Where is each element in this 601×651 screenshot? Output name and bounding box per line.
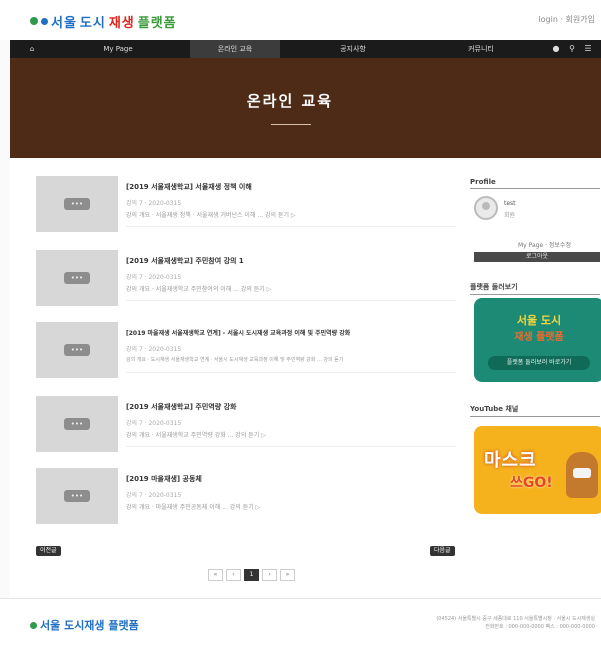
title-underline — [271, 124, 311, 125]
pagination: « ‹ 1 › » — [208, 569, 295, 581]
promo-text: 쓰GO! — [510, 475, 553, 491]
logo-text-city: 도시 — [79, 15, 106, 31]
user-role: 회원 — [504, 212, 516, 219]
thumbnail-badge: ••• — [64, 272, 90, 284]
footer-logo-text: 서울 도시재생 플랫폼 — [40, 619, 139, 632]
logout-button[interactable]: 로그아웃 — [474, 252, 600, 262]
course-meta: 강의 7 · 2020-0315 — [126, 420, 182, 427]
page-last-button[interactable]: » — [280, 569, 295, 581]
course-description: 강의 개요 · 서울재생 정책 · 서울재생 거버넌스 이해 ... 강의 듣기… — [126, 212, 296, 219]
course-description: 강의 개요 · 서울재생학교 주민역량 강화 ... 강의 듣기 ▷ — [126, 432, 266, 439]
course-title[interactable]: [2019 마을재생 서울재생학교 연계] - 서울시 도시재생 교육과정 이해… — [126, 328, 350, 337]
course-meta: 강의 7 · 2020-0315 — [126, 492, 182, 499]
course-title[interactable]: [2019 서울재생학교] 주민역량 강화 — [126, 402, 236, 412]
mascot-character-icon — [566, 452, 598, 498]
course-item[interactable]: ••• [2019 마을재생] 공동체 강의 7 · 2020-0315 강의 … — [36, 468, 456, 524]
nav-item-community[interactable]: 커뮤니티 — [446, 40, 516, 58]
promo-text: 마스크 — [484, 450, 537, 471]
next-list-button[interactable]: 다음글 — [430, 546, 455, 556]
logo-text-platform: 플랫폼 — [137, 15, 177, 31]
page-current-button[interactable]: 1 — [244, 569, 259, 581]
course-thumbnail[interactable]: ••• — [36, 396, 118, 452]
nav-item-mypage[interactable]: My Page — [88, 40, 148, 58]
thumbnail-badge: ••• — [64, 418, 90, 430]
page-title: 온라인 교육 — [246, 92, 334, 110]
course-thumbnail[interactable]: ••• — [36, 250, 118, 306]
divider — [126, 226, 456, 227]
lock-icon[interactable]: ● — [550, 40, 562, 58]
page-banner: 온라인 교육 — [10, 58, 601, 158]
course-thumbnail[interactable]: ••• — [36, 468, 118, 524]
site-logo[interactable]: 서울 도시 재생 플랫폼 — [30, 10, 177, 32]
promo-title-youtube: YouTube 채널 — [470, 404, 600, 417]
course-thumbnail[interactable]: ••• — [36, 176, 118, 232]
course-item[interactable]: ••• [2019 서울재생학교] 서울재생 정책 이해 강의 7 · 2020… — [36, 176, 456, 232]
divider — [126, 446, 456, 447]
footer-info: (04524) 서울특별시 중구 세종대로 110 서울특별시청 · 서울시 도… — [415, 615, 595, 631]
profile-links[interactable]: My Page · 정보수정 — [518, 240, 571, 249]
login-links[interactable]: login · 회원가입 — [538, 14, 595, 25]
page-next-button[interactable]: › — [262, 569, 277, 581]
footer-address: (04524) 서울특별시 중구 세종대로 110 서울특별시청 · 서울시 도… — [436, 616, 595, 622]
top-bar: 서울 도시 재생 플랫폼 login · 회원가입 — [0, 0, 601, 40]
page: 서울 도시 재생 플랫폼 login · 회원가입 ⌂ My Page 온라인 … — [0, 0, 601, 651]
course-description: 강의 개요 · 서울재생학교 주민참여의 이해 ... 강의 듣기 ▷ — [126, 286, 272, 293]
promo-text: 재생 플랫폼 — [514, 332, 564, 343]
prev-list-button[interactable]: 이전글 — [36, 546, 61, 556]
footer-logo[interactable]: 서울 도시재생 플랫폼 — [30, 617, 139, 633]
logo-text-seoul: 서울 — [51, 15, 77, 31]
divider — [126, 372, 456, 373]
mask-campaign-banner[interactable]: 마스크 쓰GO! — [474, 426, 601, 514]
course-item[interactable]: ••• [2019 서울재생학교] 주민역량 강화 강의 7 · 2020-03… — [36, 396, 456, 452]
home-icon[interactable]: ⌂ — [24, 40, 40, 58]
thumbnail-badge: ••• — [64, 490, 90, 502]
divider — [126, 300, 456, 301]
course-item[interactable]: ••• [2019 마을재생 서울재생학교 연계] - 서울시 도시재생 교육과… — [36, 322, 456, 378]
course-item[interactable]: ••• [2019 서울재생학교] 주민참여 강의 1 강의 7 · 2020-… — [36, 250, 456, 306]
logo-text-regen: 재생 — [108, 15, 135, 31]
leaf-icon — [30, 17, 38, 25]
course-title[interactable]: [2019 서울재생학교] 서울재생 정책 이해 — [126, 182, 252, 192]
course-meta: 강의 7 · 2020-0315 — [126, 346, 182, 353]
page-first-button[interactable]: « — [208, 569, 223, 581]
course-title[interactable]: [2019 마을재생] 공동체 — [126, 474, 202, 484]
thumbnail-badge: ••• — [64, 198, 90, 210]
menu-icon[interactable]: ☰ — [582, 40, 594, 58]
promo-text: 서울 도시 — [516, 314, 562, 327]
avatar — [474, 196, 498, 220]
leaf-icon — [30, 621, 37, 629]
profile-title: Profile — [470, 178, 600, 189]
nav-item-notice[interactable]: 공지사항 — [318, 40, 388, 58]
main-nav: ⌂ My Page 온라인 교육 공지사항 커뮤니티 ● ⚲ ☰ — [10, 40, 601, 58]
page-prev-button[interactable]: ‹ — [226, 569, 241, 581]
user-name: test — [504, 200, 516, 207]
footer: 서울 도시재생 플랫폼 (04524) 서울특별시 중구 세종대로 110 서울… — [0, 598, 601, 651]
course-thumbnail[interactable]: ••• — [36, 322, 118, 378]
main-content: ••• [2019 서울재생학교] 서울재생 정책 이해 강의 7 · 2020… — [10, 158, 601, 598]
promo-title-platform: 플랫폼 둘러보기 — [470, 282, 600, 295]
course-meta: 강의 7 · 2020-0315 — [126, 200, 182, 207]
course-description: 강의 개요 · 마을재생 주민공동체 이해 ... 강의 듣기 ▷ — [126, 504, 261, 511]
footer-contact: 전화번호 : 000-000-0000 팩스 : 000-000-0000 — [485, 624, 595, 630]
platform-tour-button[interactable]: 플랫폼 둘러보러 바로가기 — [488, 356, 590, 370]
thumbnail-badge: ••• — [64, 344, 90, 356]
course-meta: 강의 7 · 2020-0315 — [126, 274, 182, 281]
nav-item-online-education[interactable]: 온라인 교육 — [190, 40, 280, 58]
course-description: 강의 개요 · 도시재생 서울재생학교 연계 · 서울시 도시재생 교육과정 이… — [126, 357, 344, 363]
leaf-icon — [41, 17, 48, 25]
course-title[interactable]: [2019 서울재생학교] 주민참여 강의 1 — [126, 256, 244, 266]
platform-promo-banner[interactable]: 서울 도시 재생 플랫폼 플랫폼 둘러보러 바로가기 — [474, 298, 601, 382]
search-icon[interactable]: ⚲ — [566, 40, 578, 58]
